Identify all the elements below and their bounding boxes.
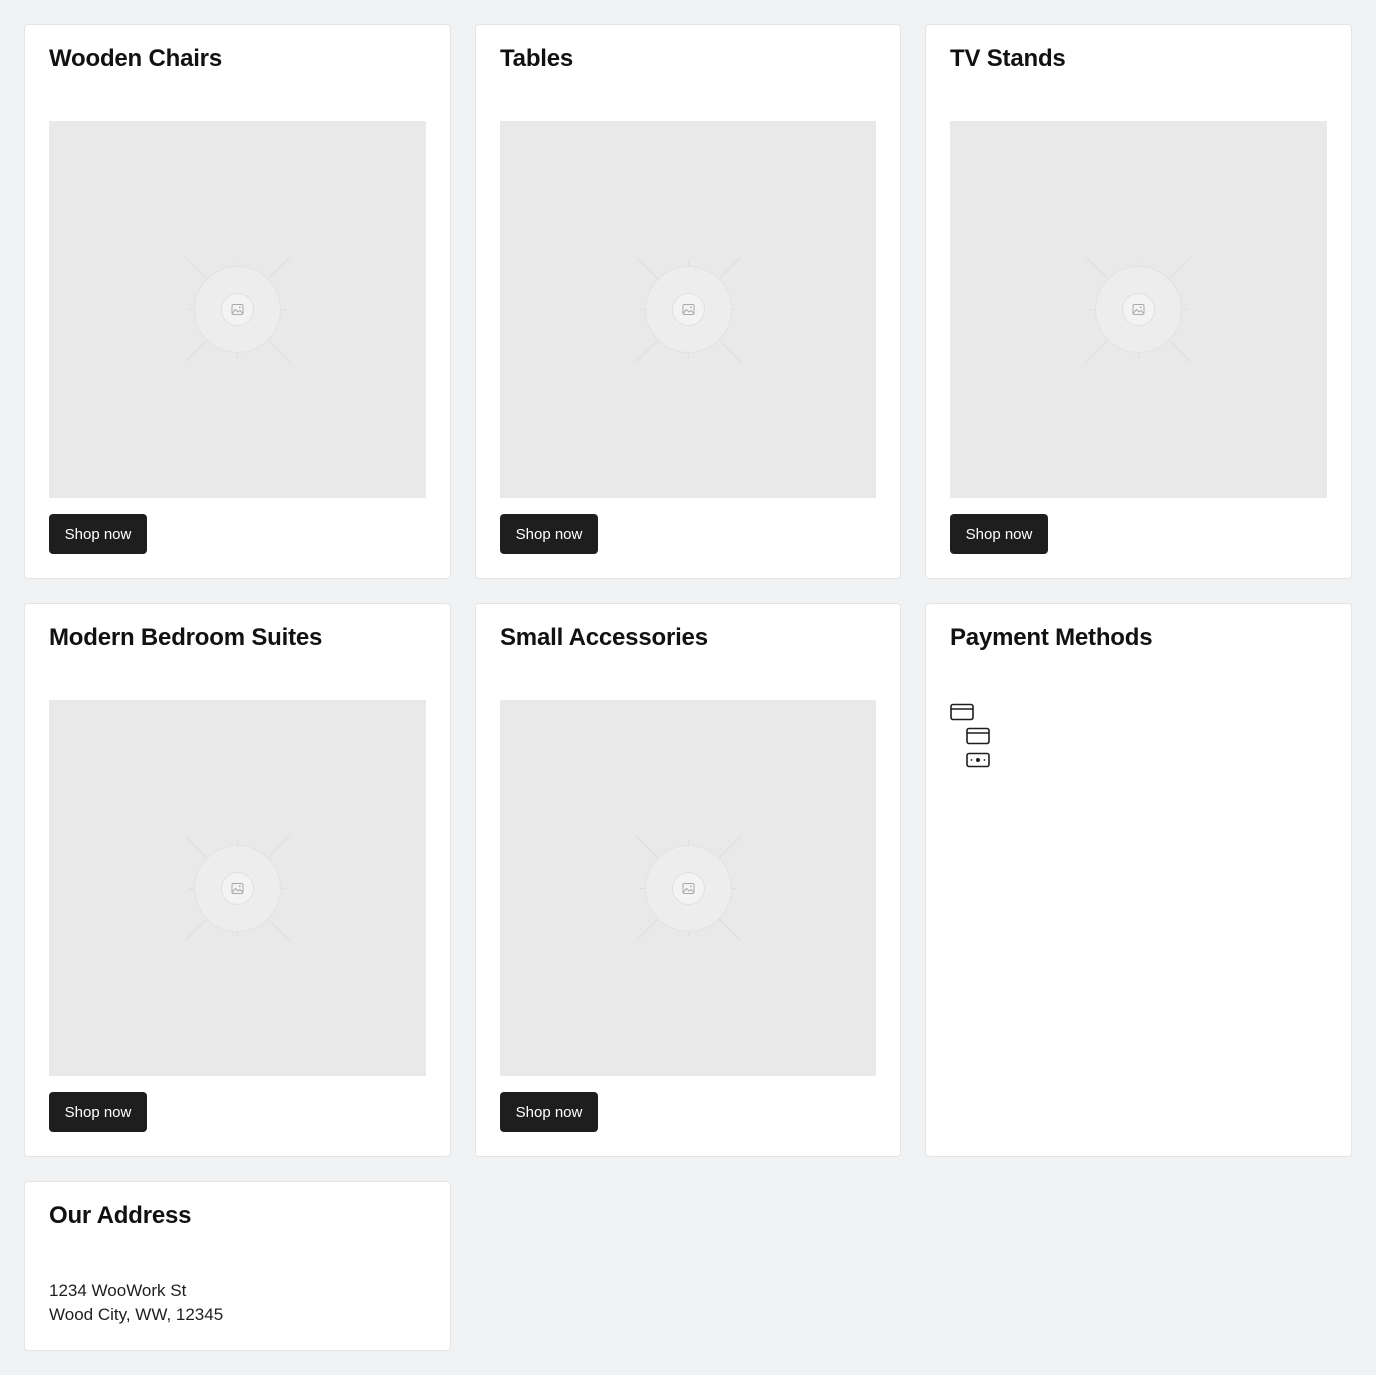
image-placeholder-icon bbox=[635, 256, 742, 363]
category-card-modern-bedroom-suites: Modern Bedroom Suites Shop now bbox=[24, 603, 451, 1157]
address-line-street: 1234 WooWork St bbox=[49, 1281, 187, 1300]
card-title: Tables bbox=[500, 45, 574, 72]
image-placeholder bbox=[49, 121, 426, 498]
card-title: Wooden Chairs bbox=[49, 45, 222, 72]
credit-card-icon bbox=[950, 703, 974, 721]
image-placeholder-icon bbox=[1085, 256, 1192, 363]
shop-now-button[interactable]: Shop now bbox=[500, 514, 598, 554]
address-line-city: Wood City, WW, 12345 bbox=[49, 1305, 224, 1324]
category-card-small-accessories: Small Accessories Shop now bbox=[475, 603, 901, 1157]
shop-now-button[interactable]: Shop now bbox=[950, 514, 1048, 554]
category-card-tables: Tables Shop now bbox=[475, 24, 901, 579]
shop-now-button[interactable]: Shop now bbox=[500, 1092, 598, 1132]
image-placeholder-icon bbox=[635, 835, 742, 942]
image-placeholder bbox=[950, 121, 1327, 498]
image-placeholder-icon bbox=[184, 256, 291, 363]
image-placeholder bbox=[49, 700, 426, 1076]
address-card: Our Address 1234 WooWork St Wood City, W… bbox=[24, 1181, 451, 1351]
card-title: Our Address bbox=[49, 1202, 192, 1229]
shop-now-button[interactable]: Shop now bbox=[49, 1092, 147, 1132]
card-title: TV Stands bbox=[950, 45, 1066, 72]
shop-now-button[interactable]: Shop now bbox=[49, 514, 147, 554]
cash-icon bbox=[966, 751, 990, 769]
credit-card-icon bbox=[966, 727, 990, 745]
category-card-tv-stands: TV Stands Shop now bbox=[925, 24, 1352, 579]
card-title: Small Accessories bbox=[500, 624, 708, 651]
payment-methods-card: Payment Methods bbox=[925, 603, 1352, 1157]
category-card-wooden-chairs: Wooden Chairs Shop now bbox=[24, 24, 451, 579]
card-title: Payment Methods bbox=[950, 624, 1153, 651]
image-placeholder bbox=[500, 121, 876, 498]
image-placeholder bbox=[500, 700, 876, 1076]
card-title: Modern Bedroom Suites bbox=[49, 624, 323, 651]
image-placeholder-icon bbox=[184, 835, 291, 942]
